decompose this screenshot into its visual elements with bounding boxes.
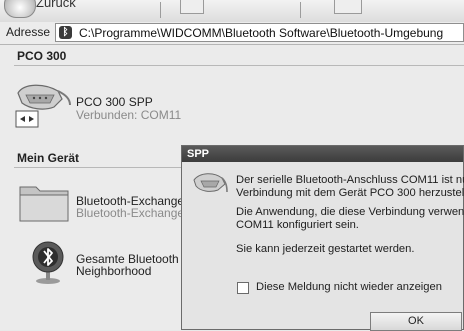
globe-bluetooth-icon <box>32 241 64 284</box>
views-icon[interactable] <box>334 0 362 14</box>
dont-show-again-label[interactable]: Diese Meldung nicht wieder anzeigen <box>256 281 442 293</box>
serial-port-icon <box>193 173 228 193</box>
exchange-subtitle: Bluetooth-Exchange- <box>76 207 181 220</box>
spp-dialog: SPP Der serielle Bluetooth-Anschluss COM… <box>181 145 464 331</box>
dialog-message-line4: COM11 konfiguriert sein. <box>236 219 359 231</box>
address-bar: Adresse ᛒ C:\Programme\WIDCOMM\Bluetooth… <box>0 22 464 45</box>
toolbar: Zurück <box>0 0 464 23</box>
group-header-label: PCO 300 <box>17 49 67 63</box>
dialog-message-line5: Sie kann jederzeit gestartet werden. <box>236 243 415 255</box>
address-path[interactable]: C:\Programme\WIDCOMM\Bluetooth Software\… <box>79 26 443 40</box>
bluetooth-icon: ᛒ <box>59 26 72 39</box>
toolbar-separator <box>300 2 301 18</box>
dialog-title-bar[interactable]: SPP <box>182 146 463 162</box>
group-divider <box>14 65 464 66</box>
folder-icon <box>19 186 69 222</box>
group-divider <box>14 167 181 168</box>
toolbar-folder-icon[interactable] <box>180 0 204 14</box>
dialog-message-line2: Verbindung mit dem Gerät PCO 300 herzust… <box>236 187 464 199</box>
back-label[interactable]: Zurück <box>36 0 76 10</box>
pco300-spp-status: Verbunden: COM11 <box>76 108 182 122</box>
dialog-message-line3: Die Anwendung, die diese Verbindung verw… <box>236 206 464 218</box>
back-button[interactable] <box>4 0 36 18</box>
dialog-title: SPP <box>187 148 210 160</box>
neighborhood-name-line2: Neighborhood <box>76 264 152 278</box>
dont-show-again-checkbox[interactable] <box>237 282 249 294</box>
address-label: Adresse <box>6 25 51 39</box>
serial-port-icon <box>15 84 71 128</box>
address-field[interactable]: ᛒ C:\Programme\WIDCOMM\Bluetooth Softwar… <box>55 23 464 42</box>
toolbar-separator <box>160 2 161 18</box>
group-header-label: Mein Gerät <box>17 151 80 165</box>
dialog-message-line1: Der serielle Bluetooth-Anschluss COM11 i… <box>236 174 464 186</box>
ok-button[interactable]: OK <box>370 312 462 331</box>
